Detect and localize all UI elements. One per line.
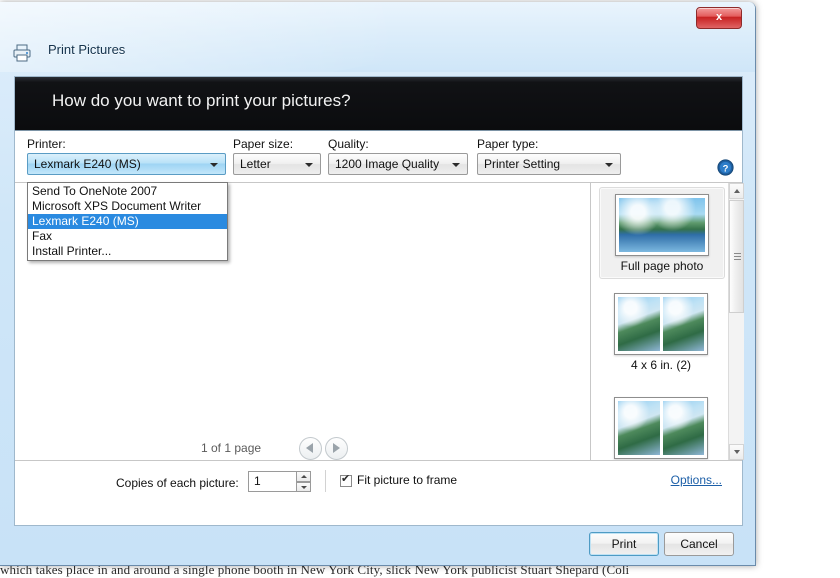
- layout-thumbnail: [614, 293, 708, 355]
- chevron-down-icon: [305, 163, 313, 167]
- paper-size-label: Paper size:: [233, 137, 294, 151]
- stepper-up-icon[interactable]: [296, 471, 311, 482]
- page-status: 1 of 1 page: [201, 441, 262, 455]
- printer-icon: [12, 43, 32, 63]
- up-triangle-icon: [301, 475, 307, 478]
- window-title: Print Pictures: [48, 42, 126, 57]
- scroll-up-icon[interactable]: [729, 183, 744, 199]
- chevron-down-icon: [210, 163, 218, 167]
- copies-row: Copies of each picture: 1 Fit picture to…: [15, 460, 742, 504]
- dialog-footer: Print Cancel: [0, 532, 756, 566]
- layout-thumbnail: [615, 194, 709, 256]
- fit-picture-label: Fit picture to frame: [357, 473, 458, 487]
- fit-picture-checkbox[interactable]: [340, 472, 352, 487]
- printer-option-4[interactable]: Install Printer...: [28, 244, 227, 259]
- quality-select[interactable]: 1200 Image Quality: [328, 153, 468, 175]
- layout-item-4x6[interactable]: 4 x 6 in. (2): [599, 287, 723, 377]
- layout-thumbnail: [614, 397, 708, 459]
- paper-type-label: Paper type:: [477, 137, 539, 151]
- print-button[interactable]: Print: [589, 532, 659, 556]
- layout-item-5x7[interactable]: 5 x 7 in. (2): [599, 391, 723, 460]
- photo-preview: [662, 401, 704, 455]
- svg-text:?: ?: [723, 163, 729, 174]
- printer-option-3[interactable]: Fax: [28, 229, 227, 244]
- window-title-row: Print Pictures: [0, 38, 755, 70]
- right-triangle-icon: [333, 443, 340, 453]
- printer-option-2[interactable]: Lexmark E240 (MS): [28, 214, 227, 229]
- printer-select[interactable]: Lexmark E240 (MS): [27, 153, 226, 175]
- layout-scrollbar[interactable]: [728, 183, 744, 460]
- stepper-down-icon[interactable]: [296, 481, 311, 492]
- printer-option-0[interactable]: Send To OneNote 2007: [28, 184, 227, 199]
- copies-stepper[interactable]: [296, 471, 311, 492]
- up-triangle-icon: [734, 189, 740, 193]
- photo-preview: [662, 297, 704, 351]
- quality-value: 1200 Image Quality: [335, 157, 440, 171]
- printer-select-value: Lexmark E240 (MS): [34, 157, 141, 171]
- options-link[interactable]: Options...: [671, 473, 722, 487]
- scroll-down-icon[interactable]: [729, 444, 744, 460]
- paper-size-select[interactable]: Letter: [233, 153, 321, 175]
- banner-heading: How do you want to print your pictures?: [52, 91, 351, 110]
- photo-preview: [619, 198, 705, 252]
- left-triangle-icon: [306, 443, 313, 453]
- down-triangle-icon: [301, 485, 307, 489]
- dialog-banner: How do you want to print your pictures?: [15, 77, 742, 131]
- paper-size-value: Letter: [240, 157, 271, 171]
- quality-label: Quality:: [328, 137, 369, 151]
- chevron-down-icon: [452, 163, 460, 167]
- copies-input[interactable]: 1: [248, 471, 298, 492]
- close-icon[interactable]: x: [696, 7, 742, 29]
- help-icon[interactable]: ?: [717, 159, 734, 176]
- cancel-button[interactable]: Cancel: [664, 532, 734, 556]
- chevron-down-icon: [605, 163, 613, 167]
- paper-type-value: Printer Setting: [484, 157, 561, 171]
- vertical-divider: [325, 470, 326, 492]
- dialog-content: How do you want to print your pictures? …: [14, 76, 744, 526]
- down-triangle-icon: [734, 450, 740, 454]
- next-page-icon[interactable]: [325, 437, 348, 460]
- scrollbar-thumb[interactable]: [729, 200, 744, 313]
- previous-page-icon[interactable]: [299, 437, 322, 460]
- printer-option-1[interactable]: Microsoft XPS Document Writer: [28, 199, 227, 214]
- layout-label: 4 x 6 in. (2): [630, 358, 692, 372]
- print-options-row: Printer: Lexmark E240 (MS) Paper size: L…: [15, 131, 742, 182]
- printer-label: Printer:: [27, 137, 66, 151]
- photo-preview: [618, 401, 660, 455]
- layout-list[interactable]: Full page photo 4 x 6 in. (2) 5 x 7 in. …: [591, 183, 744, 460]
- printer-dropdown-list[interactable]: Send To OneNote 2007 Microsoft XPS Docum…: [27, 182, 228, 261]
- print-pictures-window: x Print Pictures How do you want to prin…: [0, 2, 756, 566]
- paper-type-select[interactable]: Printer Setting: [477, 153, 621, 175]
- photo-preview: [618, 297, 660, 351]
- copies-label: Copies of each picture:: [116, 476, 239, 490]
- layout-label: Full page photo: [620, 259, 704, 273]
- layout-item-full-page[interactable]: Full page photo: [599, 187, 725, 279]
